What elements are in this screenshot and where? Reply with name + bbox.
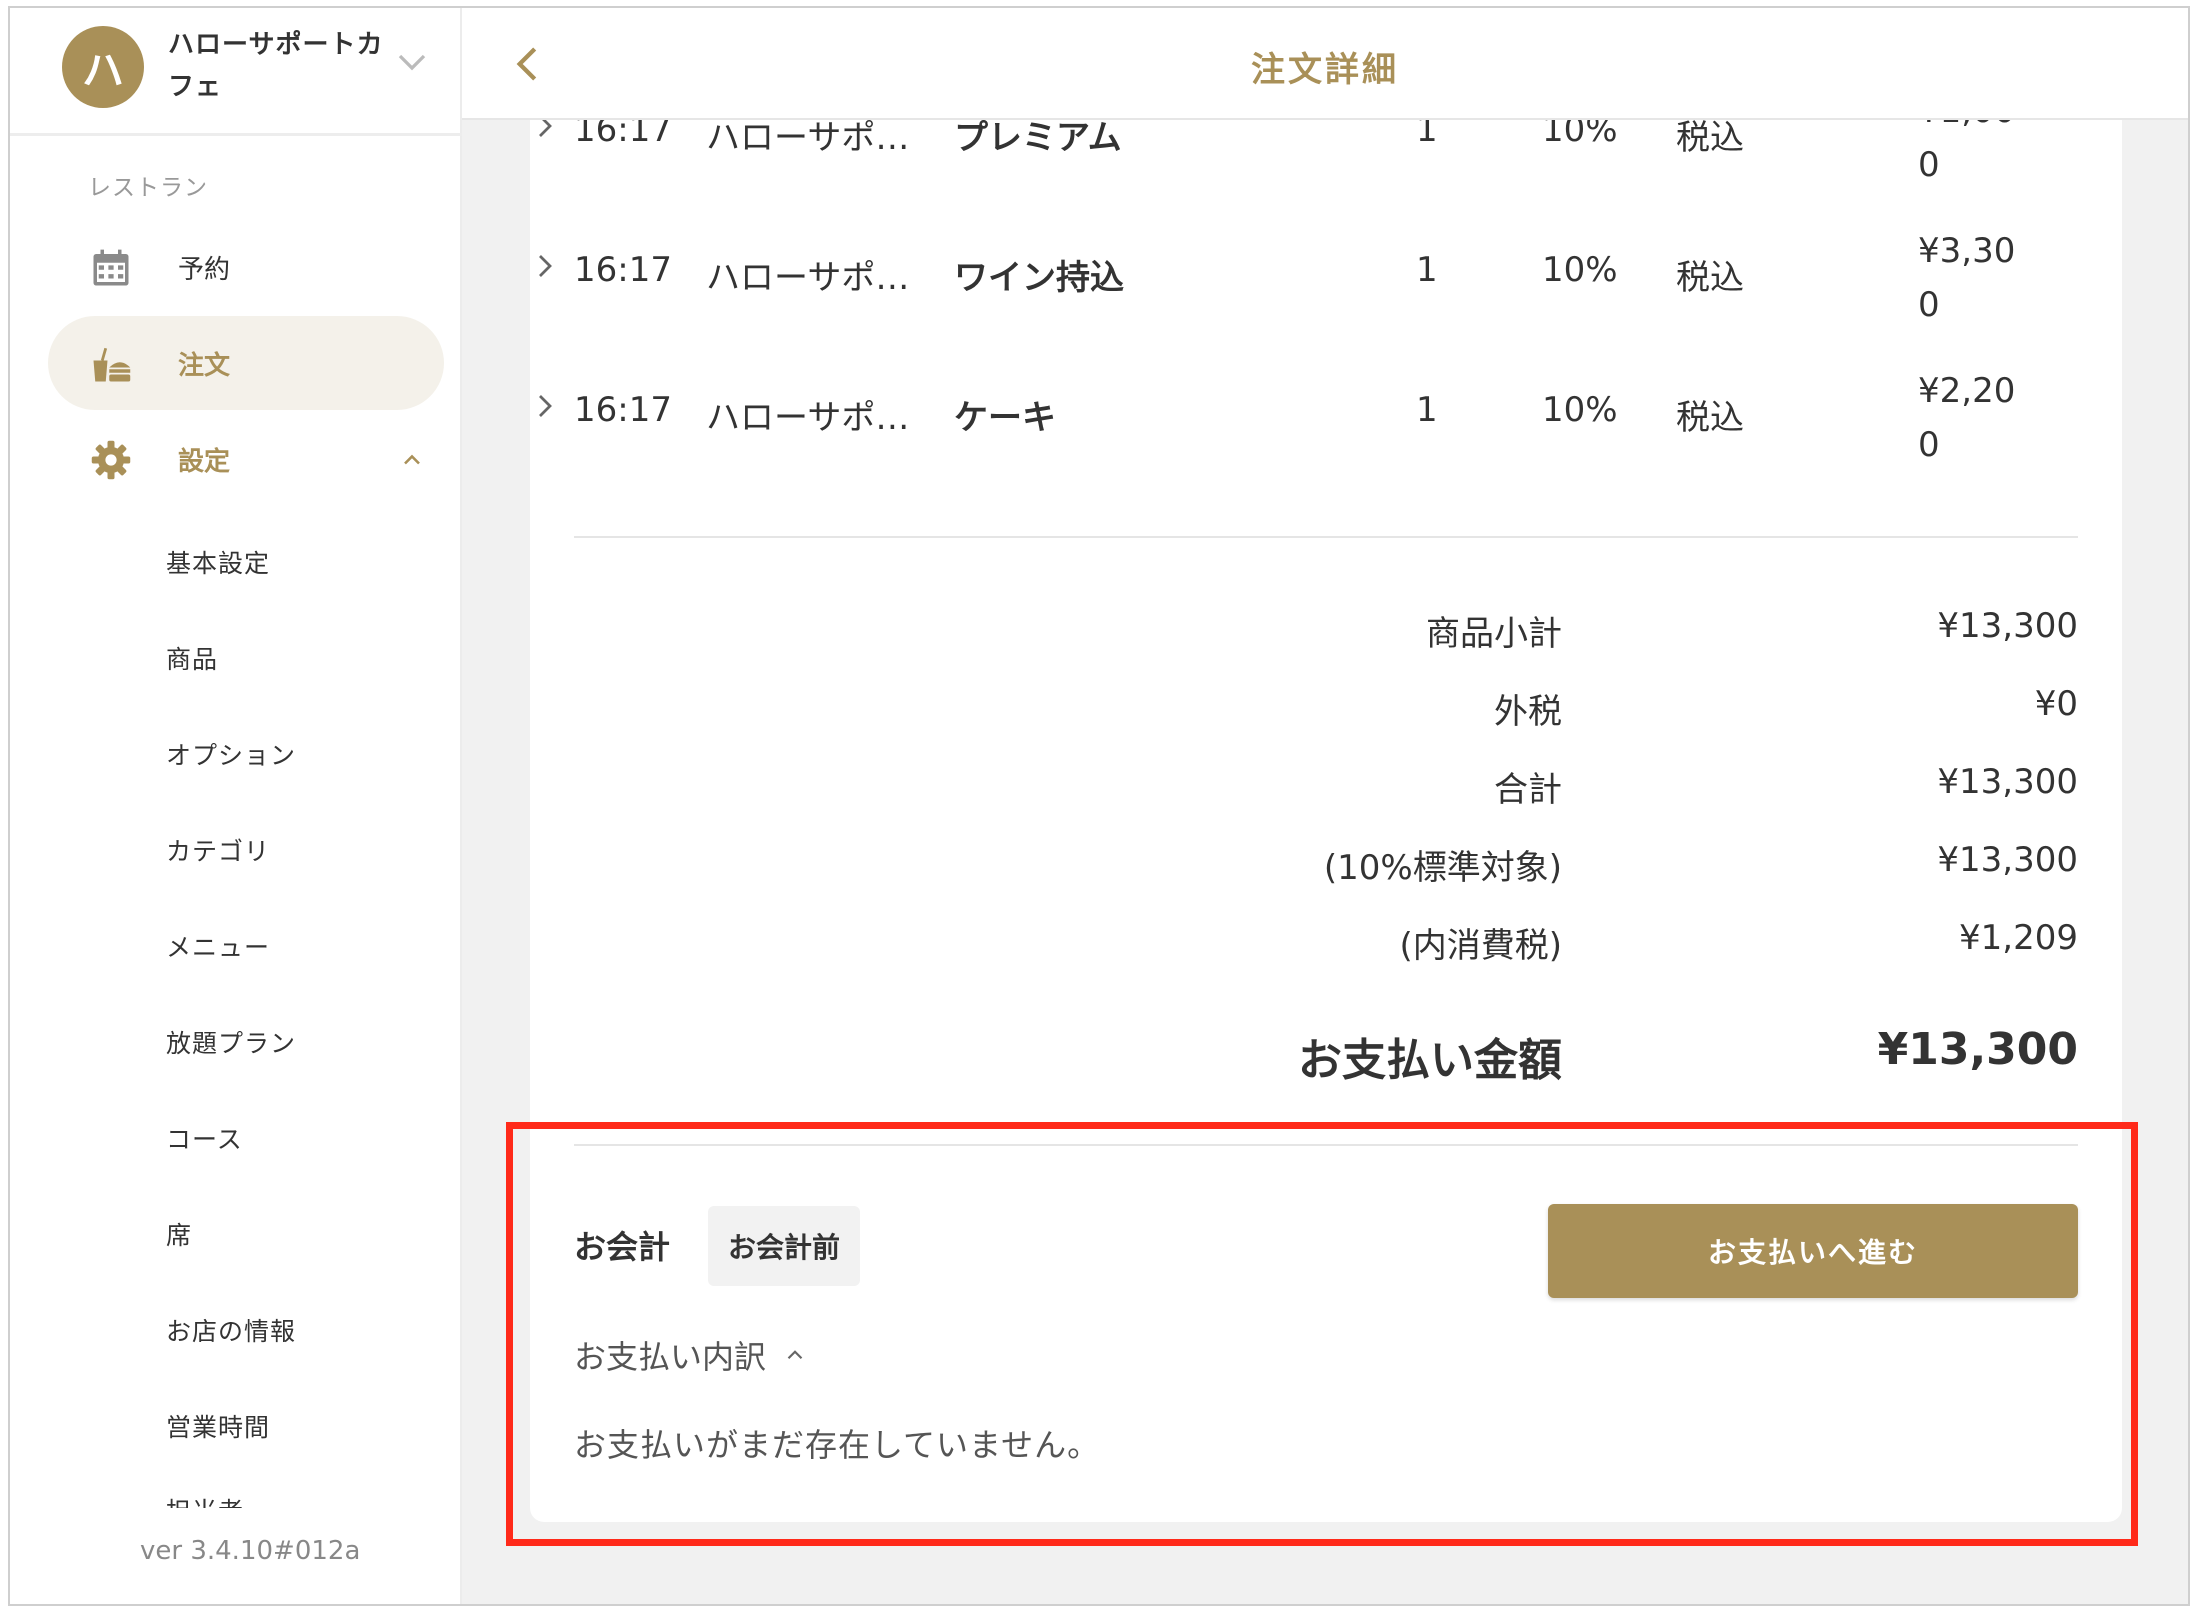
chevron-down-icon[interactable] (394, 44, 430, 80)
sidebar-subitem-hours[interactable]: 営業時間 (166, 1408, 270, 1444)
sidebar-subitem-options[interactable]: オプション (166, 736, 296, 772)
row-staff: ハローサポ… (706, 398, 910, 438)
row-tax-mode: 税込 (1676, 398, 1744, 438)
outer-tax-label: 外税 (1494, 692, 1562, 732)
payment-breakdown-label: お支払い内訳 (574, 1338, 767, 1376)
order-row[interactable]: 16:17 ハローサポ… ケーキ 1 10% 税込 ¥2,200 (530, 371, 2122, 530)
proceed-to-payment-button[interactable]: お支払いへ進む (1548, 1204, 2078, 1298)
row-item: ケーキ (954, 398, 1056, 438)
row-time: 16:17 (574, 390, 672, 430)
calendar-icon (93, 249, 129, 286)
standard-rate-label: (10%標準対象) (1323, 848, 1562, 888)
row-price: ¥2,200 (1918, 371, 2016, 465)
outer-tax-value: ¥0 (2034, 684, 2078, 724)
order-row[interactable]: 16:17 ハローサポ… ワイン持込 1 10% 税込 ¥3,300 (530, 231, 2122, 390)
row-price: ¥1,000 (1918, 120, 2015, 185)
divider (574, 536, 2078, 538)
inner-tax-value: ¥1,209 (1959, 918, 2078, 958)
row-tax-mode: 税込 (1676, 120, 1744, 158)
sidebar-subitem-basic-settings[interactable]: 基本設定 (166, 544, 270, 580)
checkout-label: お会計 (574, 1228, 671, 1266)
total-label: 合計 (1494, 770, 1562, 810)
row-qty: 1 (1416, 120, 1438, 150)
sidebar: ハ ハローサポートカフェ レストラン 予約 注文 設定 基本設定 商品 オプショ… (10, 8, 462, 1604)
sidebar-clip: 担当者 (10, 1492, 460, 1508)
sidebar-subitem-courses[interactable]: コース (166, 1120, 243, 1156)
sidebar-item-label: 設定 (178, 446, 231, 477)
gear-icon (91, 440, 131, 480)
chevron-right-icon[interactable] (530, 391, 560, 421)
food-drink-icon (93, 347, 131, 382)
status-badge: お会計前 (708, 1206, 860, 1286)
avatar: ハ (62, 26, 144, 108)
divider (574, 1144, 2078, 1146)
store-name: ハローサポートカフェ (168, 30, 384, 102)
chevron-up-icon[interactable] (398, 446, 426, 474)
sidebar-item-order[interactable]: 注文 (48, 316, 444, 410)
sidebar-item-settings[interactable]: 設定 (48, 412, 444, 506)
sidebar-item-label: 予約 (178, 254, 231, 285)
row-item: ワイン持込 (954, 258, 1124, 298)
inner-tax-label: (内消費税) (1399, 926, 1562, 966)
sidebar-subitem-menu[interactable]: メニュー (166, 928, 270, 964)
chevron-right-icon[interactable] (530, 120, 560, 141)
row-staff: ハローサポ… (706, 258, 910, 298)
payment-amount-value: ¥13,300 (1877, 1024, 2078, 1075)
subtotal-value: ¥13,300 (1937, 606, 2078, 646)
total-value: ¥13,300 (1937, 762, 2078, 802)
sidebar-item-label: 注文 (178, 350, 231, 381)
order-detail-card: 16:17 ハローサポ… プレミアム 1 10% 税込 ¥1,000 16:17… (530, 120, 2122, 1522)
chevron-up-icon (787, 1350, 803, 1360)
sidebar-subitem-seats[interactable]: 席 (166, 1216, 192, 1252)
row-staff: ハローサポ… (706, 120, 910, 158)
standard-rate-value: ¥13,300 (1937, 840, 2078, 880)
section-label: レストラン (88, 175, 208, 201)
payment-amount-label: お支払い金額 (1298, 1035, 1562, 1086)
row-tax-rate: 10% (1542, 250, 1618, 290)
store-switcher[interactable]: ハ ハローサポートカフェ (10, 8, 462, 136)
sidebar-subitem-plans[interactable]: 放題プラン (166, 1024, 296, 1060)
sidebar-subitem-categories[interactable]: カテゴリ (166, 832, 270, 868)
row-item: プレミアム (954, 120, 1122, 158)
row-time: 16:17 (574, 250, 672, 290)
row-tax-rate: 10% (1542, 390, 1618, 430)
sidebar-item-reservation[interactable]: 予約 (48, 220, 444, 314)
subtotal-label: 商品小計 (1426, 614, 1562, 654)
page-header: 注文詳細 (462, 8, 2188, 120)
sidebar-subitem-staff[interactable]: 担当者 (166, 1492, 244, 1508)
sidebar-subitem-store-info[interactable]: お店の情報 (166, 1312, 296, 1348)
app-window: ハ ハローサポートカフェ レストラン 予約 注文 設定 基本設定 商品 オプショ… (8, 6, 2190, 1606)
row-time: 16:17 (574, 120, 672, 150)
payment-breakdown-toggle[interactable]: お支払い内訳 (574, 1332, 808, 1378)
chevron-right-icon[interactable] (530, 251, 560, 281)
row-price: ¥3,300 (1918, 231, 2016, 325)
row-tax-rate: 10% (1542, 120, 1618, 150)
version-label: ver 3.4.10#012a (140, 1536, 361, 1566)
row-qty: 1 (1416, 250, 1438, 290)
empty-payments-message: お支払いがまだ存在していません。 (574, 1426, 1101, 1464)
page-title: 注文詳細 (1251, 50, 1399, 90)
row-tax-mode: 税込 (1676, 258, 1744, 298)
sidebar-subitem-products[interactable]: 商品 (166, 640, 218, 676)
order-row[interactable]: 16:17 ハローサポ… プレミアム 1 10% 税込 ¥1,000 (530, 120, 2122, 250)
main-content[interactable]: 16:17 ハローサポ… プレミアム 1 10% 税込 ¥1,000 16:17… (462, 120, 2188, 1604)
row-qty: 1 (1416, 390, 1438, 430)
